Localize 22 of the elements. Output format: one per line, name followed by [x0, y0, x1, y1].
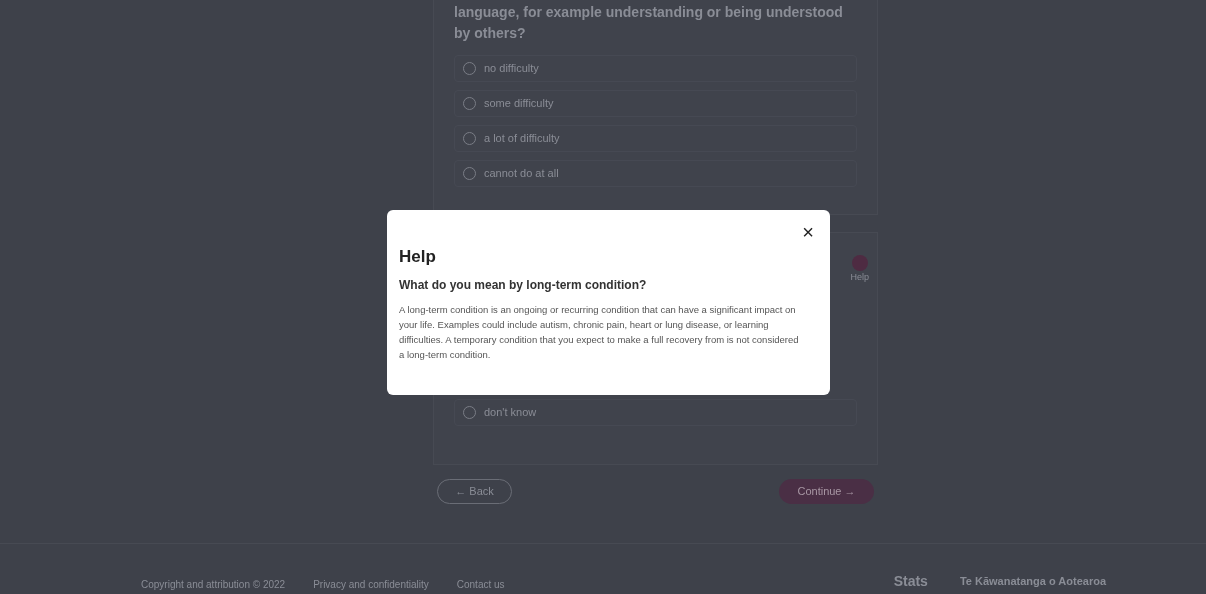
footer-link[interactable]: Contact us [456, 577, 505, 592]
option-label: cannot do at all [484, 166, 559, 182]
footer-link[interactable]: Copyright and attribution © 2022 [141, 577, 286, 592]
continue-button[interactable]: Continue → [779, 479, 874, 504]
dialog-title: Help [399, 246, 437, 268]
answer-option[interactable]: a lot of difficulty [454, 125, 857, 152]
question-text: language, for example understanding or being understood by others? [454, 3, 844, 43]
dialog-body: A long-term condition is an ongoing or recurring condition that can have a significant impact on your life. Examples could include autism, chronic pain, heart or lung disease, or learning difficulties. A temporary condition that you expect to make a full recovery from is not considered a long-term condition. [399, 302, 800, 362]
answer-option[interactable]: don't know [454, 398, 857, 426]
help-label[interactable]: Help [850, 271, 869, 285]
answer-option[interactable]: cannot do at all [454, 160, 857, 187]
close-button[interactable]: × [802, 222, 814, 242]
option-label: don't know [484, 404, 537, 420]
answer-option[interactable]: no difficulty [454, 55, 857, 82]
government-text: Te Kāwanatanga o Aotearoa [959, 574, 1106, 590]
answer-option[interactable]: some difficulty [454, 90, 857, 117]
option-label: some difficulty [484, 96, 554, 112]
option-label: a lot of difficulty [484, 131, 560, 147]
footer-link[interactable]: Privacy and confidentiality [313, 577, 429, 592]
stats-logo: Stats [893, 572, 928, 591]
dialog-heading: What do you mean by long-term condition? [399, 276, 648, 294]
option-label: no difficulty [484, 61, 539, 77]
